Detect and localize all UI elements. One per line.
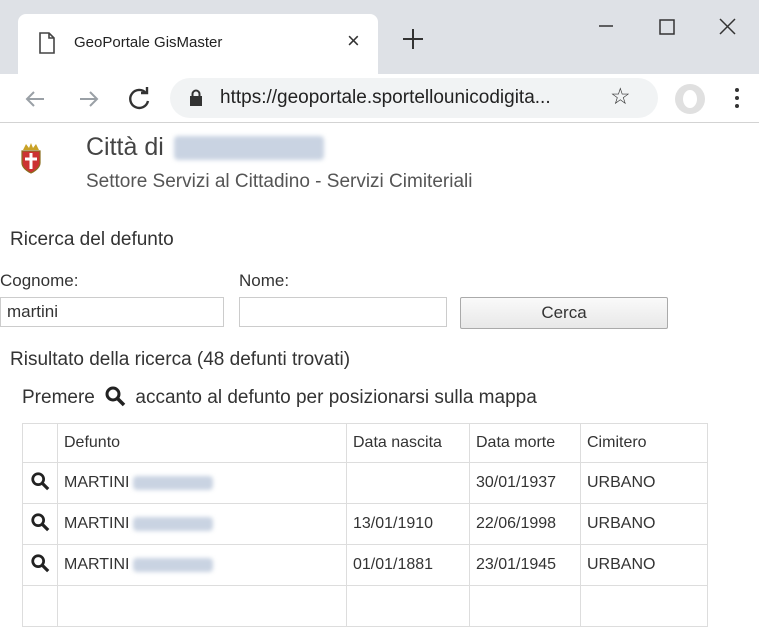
locate-on-map-icon[interactable] <box>22 544 58 586</box>
hint-text-before: Premere <box>22 387 95 408</box>
table-row: MARTINI 13/01/1910 22/06/1998 URBANO <box>22 503 708 545</box>
cell-data-nascita: 13/01/1910 <box>346 503 470 545</box>
profile-avatar-icon[interactable] <box>675 84 705 114</box>
search-section-title: Ricerca del defunto <box>10 229 174 250</box>
new-tab-icon[interactable] <box>396 22 430 56</box>
cell-defunto: MARTINI <box>57 544 347 586</box>
bookmark-star-icon[interactable]: ☆ <box>610 83 631 110</box>
header-defunto[interactable]: Defunto <box>57 423 347 463</box>
menu-kebab-icon[interactable] <box>727 84 747 114</box>
sector-subtitle: Settore Servizi al Cittadino - Servizi C… <box>86 171 473 192</box>
surname-label: Cognome: <box>0 271 79 290</box>
browser-tab-bar: GeoPortale GisMaster × <box>0 0 759 74</box>
header-cimitero[interactable]: Cimitero <box>580 423 708 463</box>
tab-title: GeoPortale GisMaster <box>74 34 223 51</box>
city-crest-icon <box>21 143 41 174</box>
defunto-surname: MARTINI <box>64 515 130 532</box>
cell-cimitero: URBANO <box>580 544 708 586</box>
tab-close-icon[interactable]: × <box>347 28 360 54</box>
table-row: MARTINI 30/01/1937 URBANO <box>22 462 708 504</box>
reload-icon[interactable] <box>122 82 156 116</box>
page-content: Città di Settore Servizi al Cittadino - … <box>0 123 759 627</box>
cell-cimitero: URBANO <box>580 462 708 504</box>
defunto-surname: MARTINI <box>64 474 130 491</box>
surname-input[interactable] <box>0 297 224 327</box>
name-input[interactable] <box>239 297 447 327</box>
city-name-redacted <box>173 136 324 161</box>
search-icon <box>105 386 126 407</box>
defunto-surname: MARTINI <box>64 556 130 573</box>
maximize-icon[interactable] <box>644 12 690 46</box>
city-title: Città di <box>86 133 324 162</box>
url-text: https://geoportale.sportellounicodigita.… <box>220 87 551 108</box>
minimize-icon[interactable] <box>583 12 629 46</box>
hint-text-after: accanto al defunto per posizionarsi sull… <box>135 387 537 408</box>
defunto-name-redacted <box>133 557 214 572</box>
lock-icon <box>190 89 202 106</box>
cell-data-morte: 30/01/1937 <box>469 462 581 504</box>
forward-icon[interactable] <box>72 82 106 116</box>
header-data-morte[interactable]: Data morte <box>469 423 581 463</box>
back-icon[interactable] <box>18 82 52 116</box>
locate-on-map-icon[interactable] <box>22 462 58 504</box>
defunto-name-redacted <box>133 475 214 490</box>
address-bar[interactable]: https://geoportale.sportellounicodigita.… <box>170 78 658 118</box>
cell-cimitero: URBANO <box>580 503 708 545</box>
search-button[interactable]: Cerca <box>460 297 668 329</box>
table-row: MARTINI 01/01/1881 23/01/1945 URBANO <box>22 544 708 586</box>
name-label: Nome: <box>239 271 290 290</box>
header-icon-col <box>22 423 58 463</box>
map-hint: Premere accanto al defunto per posiziona… <box>22 385 537 409</box>
cell-data-morte: 22/06/1998 <box>469 503 581 545</box>
city-prefix: Città di <box>86 133 164 161</box>
defunto-name-redacted <box>133 516 214 531</box>
locate-on-map-icon[interactable] <box>22 503 58 545</box>
results-summary: Risultato della ricerca (48 defunti trov… <box>10 349 351 370</box>
browser-toolbar: https://geoportale.sportellounicodigita.… <box>0 74 759 123</box>
table-row <box>22 585 708 627</box>
cell-data-morte: 23/01/1945 <box>469 544 581 586</box>
cell-defunto: MARTINI <box>57 503 347 545</box>
page-icon <box>39 32 55 54</box>
cell-defunto: MARTINI <box>57 462 347 504</box>
window-close-icon[interactable] <box>705 12 751 46</box>
cell-data-nascita: 01/01/1881 <box>346 544 470 586</box>
results-table: Defunto Data nascita Data morte Cimitero… <box>22 423 708 627</box>
browser-tab[interactable]: GeoPortale GisMaster × <box>18 14 378 74</box>
header-data-nascita[interactable]: Data nascita <box>346 423 470 463</box>
table-header-row: Defunto Data nascita Data morte Cimitero <box>22 423 708 463</box>
cell-data-nascita <box>346 462 470 504</box>
